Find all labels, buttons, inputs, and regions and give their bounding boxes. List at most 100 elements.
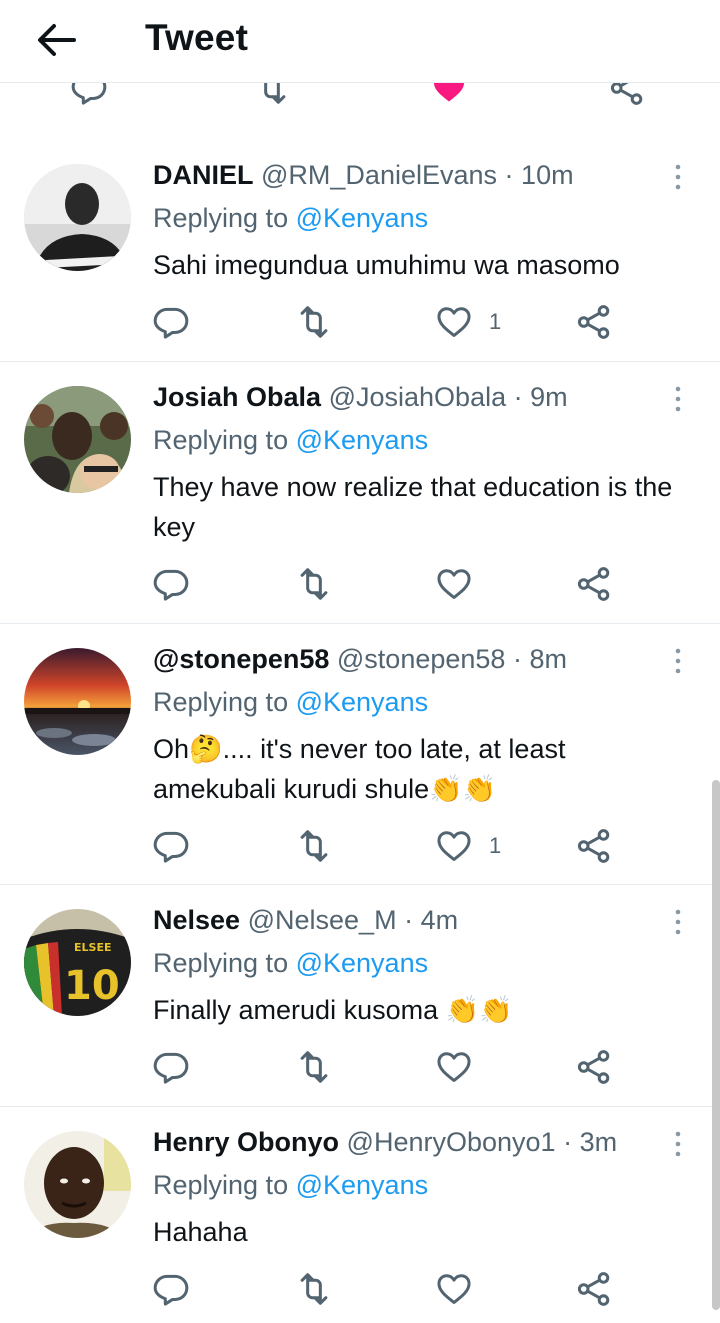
author-name[interactable]: Josiah Obala [153, 382, 321, 412]
share-icon [575, 303, 613, 341]
avatar[interactable]: ELSEE 10 [24, 909, 131, 1016]
main-tweet-actions [0, 82, 720, 141]
action-bar: 1 [152, 826, 632, 866]
retweet-icon[interactable] [253, 82, 291, 107]
reply-icon [152, 827, 190, 865]
replying-to-line: Replying to @Kenyans [153, 422, 428, 458]
share-button[interactable] [575, 826, 613, 866]
share-button[interactable] [575, 1269, 613, 1309]
like-button[interactable] [435, 1047, 489, 1087]
reply-tweet[interactable]: DANIEL @RM_DanielEvans · 10m Replying to… [0, 140, 720, 362]
more-vertical-icon [666, 384, 690, 414]
reply-button[interactable] [152, 1047, 190, 1087]
author-name[interactable]: Nelsee [153, 905, 240, 935]
reply-icon [152, 1270, 190, 1308]
reply-button[interactable] [152, 826, 190, 866]
heart-icon [435, 827, 473, 865]
share-button[interactable] [575, 302, 613, 342]
back-button[interactable] [34, 20, 78, 60]
replying-to-label: Replying to [153, 203, 289, 233]
retweet-icon [295, 1270, 333, 1308]
like-count: 1 [489, 309, 502, 334]
replying-to-line: Replying to @Kenyans [153, 1167, 428, 1203]
share-button[interactable] [575, 564, 613, 604]
tweet-text: Oh🤔.... it's never too late, at least am… [153, 734, 566, 804]
author-handle[interactable]: @stonepen58 [337, 644, 506, 674]
like-button[interactable] [435, 1269, 489, 1309]
reply-tweet[interactable]: Josiah Obala @JosiahObala · 9m Replying … [0, 362, 720, 624]
reply-tweet[interactable]: ELSEE 10 Nelsee @Nelsee_M · 4m Replying … [0, 885, 720, 1107]
avatar[interactable] [24, 386, 131, 493]
mention-link[interactable]: @Kenyans [296, 948, 428, 978]
replying-to-label: Replying to [153, 687, 289, 717]
scrollbar[interactable] [712, 780, 720, 1310]
like-button[interactable] [435, 564, 489, 604]
reply-button[interactable] [152, 1269, 190, 1309]
svg-text:ELSEE: ELSEE [74, 941, 111, 954]
heart-icon [435, 1270, 473, 1308]
author-handle[interactable]: @RM_DanielEvans [261, 160, 497, 190]
more-options-button[interactable] [666, 162, 690, 192]
action-bar [152, 564, 632, 604]
reply-icon [152, 1048, 190, 1086]
avatar[interactable] [24, 1131, 131, 1238]
retweet-button[interactable] [295, 826, 333, 866]
like-button[interactable]: 1 [435, 826, 501, 866]
author-handle[interactable]: @HenryObonyo1 [347, 1127, 556, 1157]
page-title: Tweet [145, 17, 249, 58]
share-button[interactable] [575, 1047, 613, 1087]
mention-link[interactable]: @Kenyans [296, 425, 428, 455]
replying-to-line: Replying to @Kenyans [153, 945, 428, 981]
retweet-button[interactable] [295, 302, 333, 342]
author-name[interactable]: DANIEL [153, 160, 254, 190]
mention-link[interactable]: @Kenyans [296, 1170, 428, 1200]
action-bar: 1 [152, 302, 632, 342]
retweet-button[interactable] [295, 564, 333, 604]
author-handle[interactable]: @JosiahObala [329, 382, 507, 412]
heart-icon [435, 303, 473, 341]
replying-to-label: Replying to [153, 948, 289, 978]
reply-button[interactable] [152, 564, 190, 604]
tweet-text: Finally amerudi kusoma 👏👏 [153, 995, 513, 1025]
reply-tweet[interactable]: @stonepen58 @stonepen58 · 8m Replying to… [0, 624, 720, 885]
timestamp[interactable]: 4m [421, 905, 459, 935]
separator-dot: · [512, 644, 522, 674]
more-options-button[interactable] [666, 384, 690, 414]
separator-dot: · [504, 160, 514, 190]
more-vertical-icon [666, 646, 690, 676]
tweet-text: Hahaha [153, 1217, 248, 1247]
retweet-button[interactable] [295, 1269, 333, 1309]
action-bar [152, 1269, 632, 1309]
reply-button[interactable] [152, 302, 190, 342]
timestamp[interactable]: 10m [521, 160, 574, 190]
timestamp[interactable]: 9m [530, 382, 568, 412]
action-bar [152, 1047, 632, 1087]
like-button[interactable]: 1 [435, 302, 501, 342]
reply-tweet[interactable]: Henry Obonyo @HenryObonyo1 · 3m Replying… [0, 1107, 720, 1323]
share-icon [575, 1048, 613, 1086]
share-icon [575, 1270, 613, 1308]
reply-icon[interactable] [70, 82, 108, 107]
more-options-button[interactable] [666, 646, 690, 676]
separator-dot: · [513, 382, 523, 412]
liked-heart-icon[interactable] [430, 82, 468, 107]
author-name[interactable]: Henry Obonyo [153, 1127, 339, 1157]
author-name[interactable]: @stonepen58 [153, 644, 329, 674]
replying-to-line: Replying to @Kenyans [153, 200, 428, 236]
avatar[interactable] [24, 648, 131, 755]
replying-to-label: Replying to [153, 425, 289, 455]
more-options-button[interactable] [666, 907, 690, 937]
avatar[interactable] [24, 164, 131, 271]
timestamp[interactable]: 3m [580, 1127, 618, 1157]
share-icon[interactable] [608, 82, 646, 107]
tweet-text: They have now realize that education is … [153, 472, 673, 542]
timestamp[interactable]: 8m [529, 644, 567, 674]
replying-to-line: Replying to @Kenyans [153, 684, 428, 720]
mention-link[interactable]: @Kenyans [296, 203, 428, 233]
mention-link[interactable]: @Kenyans [296, 687, 428, 717]
retweet-button[interactable] [295, 1047, 333, 1087]
more-options-button[interactable] [666, 1129, 690, 1159]
more-vertical-icon [666, 1129, 690, 1159]
author-handle[interactable]: @Nelsee_M [248, 905, 397, 935]
like-count: 1 [489, 833, 502, 858]
